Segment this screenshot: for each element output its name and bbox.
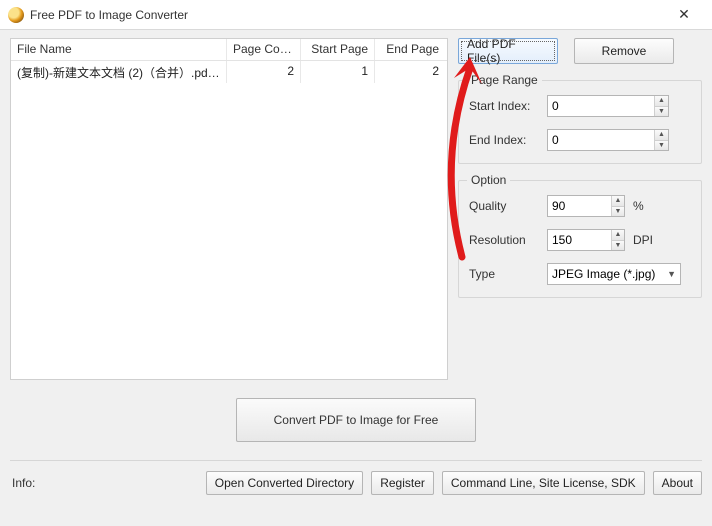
chevron-down-icon[interactable]: ▼ — [655, 141, 668, 151]
convert-button[interactable]: Convert PDF to Image for Free — [236, 398, 476, 442]
register-button[interactable]: Register — [371, 471, 434, 495]
quality-stepper[interactable]: ▲▼ — [547, 195, 625, 217]
chevron-down-icon[interactable]: ▼ — [612, 207, 624, 217]
col-page-count[interactable]: Page Count — [227, 39, 301, 60]
resolution-unit: DPI — [633, 233, 655, 247]
end-index-input[interactable] — [548, 131, 654, 149]
col-start-page[interactable]: Start Page — [301, 39, 375, 60]
cell-end-page: 2 — [375, 61, 445, 83]
cell-file-name: (复制)-新建文本文档 (2)（合并）.pdf-... — [11, 61, 227, 83]
about-button[interactable]: About — [653, 471, 702, 495]
chevron-up-icon[interactable]: ▲ — [655, 96, 668, 107]
divider — [10, 460, 702, 461]
page-range-group: Page Range Start Index: ▲▼ End Index: ▲▼ — [458, 80, 702, 164]
quality-label: Quality — [469, 199, 539, 213]
cell-start-page: 1 — [301, 61, 375, 83]
command-line-button[interactable]: Command Line, Site License, SDK — [442, 471, 645, 495]
close-icon[interactable]: ✕ — [664, 1, 704, 29]
resolution-stepper[interactable]: ▲▼ — [547, 229, 625, 251]
resolution-input[interactable] — [548, 231, 611, 249]
page-range-title: Page Range — [467, 73, 542, 87]
window-title: Free PDF to Image Converter — [30, 8, 664, 22]
start-index-label: Start Index: — [469, 99, 539, 113]
option-group: Option Quality ▲▼ % Resolution ▲▼ DPI — [458, 180, 702, 298]
open-directory-button[interactable]: Open Converted Directory — [206, 471, 363, 495]
resolution-label: Resolution — [469, 233, 539, 247]
table-header: File Name Page Count Start Page End Page — [11, 39, 447, 61]
chevron-up-icon[interactable]: ▲ — [612, 196, 624, 207]
chevron-down-icon[interactable]: ▼ — [655, 107, 668, 117]
add-pdf-button[interactable]: Add PDF File(s) — [458, 38, 558, 64]
type-value: JPEG Image (*.jpg) — [552, 267, 655, 281]
end-index-label: End Index: — [469, 133, 539, 147]
table-row[interactable]: (复制)-新建文本文档 (2)（合并）.pdf-... 2 1 2 — [11, 61, 447, 83]
type-select[interactable]: JPEG Image (*.jpg) ▼ — [547, 263, 681, 285]
chevron-down-icon[interactable]: ▼ — [612, 241, 624, 251]
type-label: Type — [469, 267, 539, 281]
chevron-up-icon[interactable]: ▲ — [655, 130, 668, 141]
end-index-stepper[interactable]: ▲▼ — [547, 129, 669, 151]
col-file-name[interactable]: File Name — [11, 39, 227, 60]
file-table[interactable]: File Name Page Count Start Page End Page… — [10, 38, 448, 380]
chevron-up-icon[interactable]: ▲ — [612, 230, 624, 241]
option-title: Option — [467, 173, 510, 187]
start-index-input[interactable] — [548, 97, 654, 115]
title-bar: Free PDF to Image Converter ✕ — [0, 0, 712, 30]
info-label: Info: — [10, 476, 198, 490]
quality-unit: % — [633, 199, 655, 213]
quality-input[interactable] — [548, 197, 611, 215]
cell-page-count: 2 — [227, 61, 301, 83]
col-end-page[interactable]: End Page — [375, 39, 445, 60]
app-icon — [8, 7, 24, 23]
start-index-stepper[interactable]: ▲▼ — [547, 95, 669, 117]
remove-button[interactable]: Remove — [574, 38, 674, 64]
chevron-down-icon: ▼ — [667, 269, 676, 279]
